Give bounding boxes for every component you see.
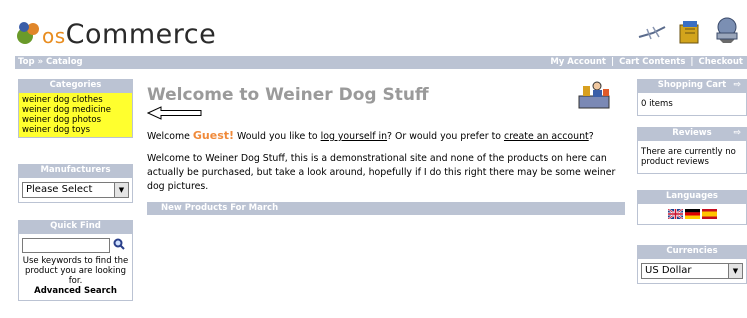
header-icons [637, 15, 743, 48]
reviews-content: There are currently no product reviews [637, 140, 747, 174]
chevron-down-icon[interactable]: ▼ [728, 264, 742, 278]
currency-select-value: US Dollar [645, 265, 692, 276]
manufacturers-box: Manufacturers Please Select ▼ [18, 164, 133, 203]
create-account-link[interactable]: create an account [504, 131, 589, 142]
nav-divider: | [610, 57, 615, 67]
breadcrumb-top[interactable]: Top [18, 57, 35, 67]
currencies-title: Currencies [637, 245, 747, 258]
german-flag[interactable] [684, 209, 700, 219]
category-link[interactable]: weiner dog medicine [22, 105, 129, 115]
cart-arrow-icon[interactable] [637, 23, 667, 48]
intro-text: Welcome to Weiner Dog Stuff, this is a d… [147, 153, 616, 192]
nav-divider: | [690, 57, 694, 67]
manufacturers-body: Please Select ▼ [18, 177, 133, 203]
shopping-cart-title[interactable]: Shopping Cart ⇨ [637, 79, 747, 92]
manufacturers-select[interactable]: Please Select ▼ [22, 182, 129, 198]
breadcrumb: Top » Catalog [18, 56, 83, 69]
main-content: Welcome to Weiner Dog Stuff Welcome Gues… [147, 75, 625, 215]
breadcrumb-bar: Top » Catalog My Account | Cart Contents | C… [15, 56, 747, 69]
category-link[interactable]: weiner dog clothes [22, 95, 129, 105]
shopping-cart-content: 0 items [637, 92, 747, 116]
spanish-flag[interactable] [701, 209, 717, 219]
quick-find-box: Quick Find Use keywords to find the prod… [18, 220, 133, 301]
currencies-body: US Dollar ▼ [637, 258, 747, 284]
currency-select[interactable]: US Dollar ▼ [641, 263, 743, 279]
breadcrumb-separator: » [37, 57, 44, 67]
breadcrumb-catalog[interactable]: Catalog [46, 57, 83, 67]
arrow-right-icon[interactable]: ⇨ [733, 127, 741, 140]
english-flag[interactable] [666, 208, 684, 220]
quick-find-title: Quick Find [18, 220, 133, 233]
categories-list: weiner dog clothes weiner dog medicine w… [18, 92, 133, 138]
arrow-annotation-icon [146, 106, 203, 123]
welcome-message: Welcome Guest! Would you like to log you… [147, 129, 594, 142]
header-nav-links: My Account | Cart Contents | Checkout [550, 56, 743, 69]
box-icon[interactable] [677, 17, 703, 48]
shopping-cart-box: Shopping Cart ⇨ 0 items [637, 79, 747, 116]
login-link[interactable]: log yourself in [321, 131, 387, 142]
currencies-box: Currencies US Dollar ▼ [637, 245, 747, 284]
manufacturers-select-value: Please Select [26, 184, 93, 195]
categories-title: Categories [18, 79, 133, 92]
arrow-right-icon[interactable]: ⇨ [733, 79, 741, 92]
manufacturers-title: Manufacturers [18, 164, 133, 177]
checkout-link[interactable]: Checkout [699, 57, 743, 67]
languages-title: Languages [637, 190, 747, 203]
logo-balls-icon [17, 22, 39, 44]
quick-find-help: Use keywords to find the product you are… [22, 256, 129, 286]
guest-label: Guest! [192, 129, 235, 142]
chevron-down-icon[interactable]: ▼ [114, 183, 128, 197]
reviews-title[interactable]: Reviews ⇨ [637, 127, 747, 140]
store-clerk-icon [577, 80, 611, 113]
category-link[interactable]: weiner dog toys [22, 125, 129, 135]
my-account-link[interactable]: My Account [550, 57, 606, 67]
category-link[interactable]: weiner dog photos [22, 115, 129, 125]
quick-find-body: Use keywords to find the product you are… [18, 233, 133, 301]
language-flags [637, 203, 747, 225]
languages-box: Languages [637, 190, 747, 225]
search-icon[interactable] [113, 238, 125, 253]
advanced-search-link[interactable]: Advanced Search [22, 286, 129, 296]
categories-box: Categories weiner dog clothes weiner dog… [18, 79, 133, 138]
new-products-header: New Products For March [147, 202, 625, 215]
cart-contents-link[interactable]: Cart Contents [619, 57, 685, 67]
page-title: Welcome to Weiner Dog Stuff [147, 85, 429, 105]
reviews-box: Reviews ⇨ There are currently no product … [637, 127, 747, 174]
quick-find-input[interactable] [22, 238, 110, 253]
globe-icon[interactable] [713, 15, 743, 48]
logo-text: osCommerce [42, 19, 217, 50]
